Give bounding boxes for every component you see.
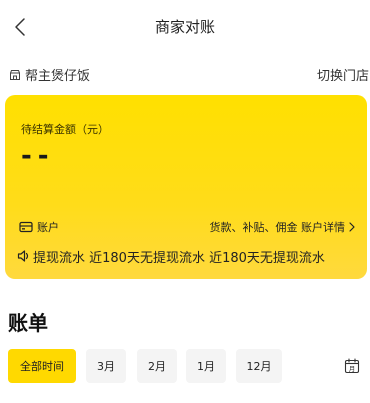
calendar-button[interactable]: 月 bbox=[344, 358, 360, 374]
filter-chip-december[interactable]: 12月 bbox=[236, 349, 282, 383]
store-name: 帮主煲仔饭 bbox=[25, 69, 91, 84]
calendar-glyph: 月 bbox=[349, 365, 356, 373]
pending-amount-label: 待结算金额（元） bbox=[21, 123, 109, 136]
merchant-reconciliation-page: 商家对账 帮主煲仔饭 切换门店 待结算金额（元） -- 账户 货款、补贴、佣金 … bbox=[0, 0, 370, 403]
page-title: 商家对账 bbox=[154, 18, 215, 36]
bill-filter-row: 全部时间 3月 2月 1月 12月 月 bbox=[8, 349, 362, 383]
account-detail-link[interactable]: 货款、补贴、佣金 账户详情 bbox=[210, 219, 356, 235]
bill-section-title: 账单 bbox=[8, 311, 48, 335]
store-selector[interactable]: 帮主煲仔饭 bbox=[9, 65, 90, 84]
calendar-icon: 月 bbox=[344, 358, 360, 374]
filter-chip-february[interactable]: 2月 bbox=[137, 349, 177, 383]
account-label: 账户 bbox=[37, 221, 59, 234]
pending-amount-value: -- bbox=[21, 141, 55, 171]
filter-chip-march[interactable]: 3月 bbox=[86, 349, 126, 383]
account-detail-label: 货款、补贴、佣金 账户详情 bbox=[209, 221, 346, 234]
ticker-text: 提现流水 近180天无提现流水 近180天无提现流水 bbox=[33, 250, 325, 266]
store-icon bbox=[9, 69, 21, 81]
balance-card: 待结算金额（元） -- 账户 货款、补贴、佣金 账户详情 提现流水 近180天无… bbox=[5, 95, 367, 279]
filter-chip-all-time[interactable]: 全部时间 bbox=[8, 349, 76, 383]
wallet-icon bbox=[19, 221, 33, 233]
switch-store-button[interactable]: 切换门店 bbox=[317, 65, 369, 84]
nav-bar: 商家对账 bbox=[0, 0, 370, 54]
account-row: 账户 货款、补贴、佣金 账户详情 bbox=[19, 217, 355, 237]
account-link[interactable]: 账户 bbox=[19, 219, 59, 235]
withdrawal-ticker[interactable]: 提现流水 近180天无提现流水 近180天无提现流水 bbox=[17, 245, 363, 267]
store-row: 帮主煲仔饭 切换门店 bbox=[0, 62, 370, 86]
chevron-right-icon bbox=[349, 222, 355, 232]
speaker-icon bbox=[17, 249, 31, 263]
filter-chip-january[interactable]: 1月 bbox=[186, 349, 226, 383]
